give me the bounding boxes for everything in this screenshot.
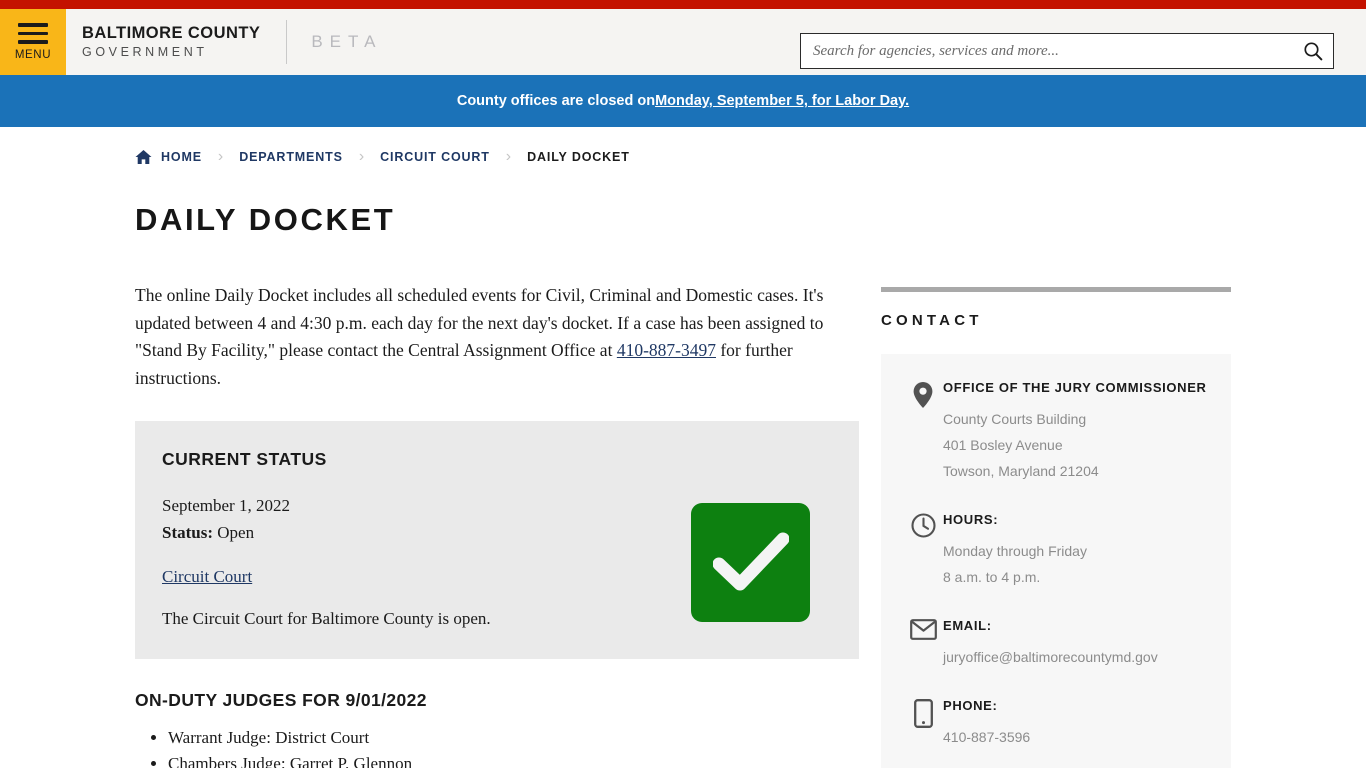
list-item: Warrant Judge: District Court [168,725,859,751]
search-bar[interactable] [800,33,1334,69]
breadcrumb-item-daily-docket: DAILY DOCKET [527,150,630,164]
phone-number-link[interactable]: 410-887-3596 [943,729,1030,745]
contact-hours-lines: Monday through Friday 8 a.m. to 4 p.m. [943,539,1209,589]
circuit-court-link[interactable]: Circuit Court [162,567,252,587]
status-open-indicator [691,502,810,622]
breadcrumb-item-departments[interactable]: DEPARTMENTS [239,150,343,164]
breadcrumb: HOME › DEPARTMENTS › CIRCUIT COURT › DAI… [135,142,1231,172]
current-status-details: CURRENT STATUS September 1, 2022 Status:… [162,449,691,629]
current-status-body: September 1, 2022 Status: Open [162,492,691,547]
contact-item-email: EMAIL: juryoffice@baltimorecountymd.gov [903,618,1209,669]
status-label: Status: [162,523,214,543]
contact-phone-lines: 410-887-3596 [943,725,1209,749]
site-header: MENU BALTIMORE COUNTY GOVERNMENT BETA [0,9,1366,75]
sidebar-top-rule [881,287,1231,292]
email-address-link[interactable]: juryoffice@baltimorecountymd.gov [943,649,1158,665]
status-line: Status: Open [162,519,691,547]
contact-line: 8 a.m. to 4 p.m. [943,569,1041,586]
list-item: Chambers Judge: Garret P. Glennon [168,751,859,768]
current-status-heading: CURRENT STATUS [162,448,327,469]
page-title: DAILY DOCKET [135,202,396,237]
contact-phone-label: PHONE: [943,698,998,714]
breadcrumb-item-home[interactable]: HOME [161,150,202,164]
alert-text: County offices are closed on [456,93,656,109]
main-column: The online Daily Docket includes all sch… [135,282,859,768]
chevron-right-icon: › [217,148,224,165]
brand-secondary-text: GOVERNMENT [82,45,208,60]
contact-item-body: EMAIL: juryoffice@baltimorecountymd.gov [943,618,1209,669]
top-accent-bar [0,0,1366,9]
contact-office-lines: County Courts Building 401 Bosley Avenue… [943,407,1209,483]
on-duty-judges-heading: ON-DUTY JUDGES FOR 9/01/2022 [135,689,427,710]
contact-item-phone: PHONE: 410-887-3596 [903,698,1209,749]
contact-line: Towson, Maryland 21204 [943,463,1099,480]
contact-item-body: OFFICE OF THE JURY COMMISSIONER County C… [943,380,1209,483]
contact-email-label: EMAIL: [943,618,992,634]
beta-badge: BETA [311,32,383,51]
clock-icon [903,512,943,589]
chevron-right-icon: › [358,148,365,165]
status-note: The Circuit Court for Baltimore County i… [162,608,491,628]
contact-item-office: OFFICE OF THE JURY COMMISSIONER County C… [903,380,1209,483]
header-divider [286,20,288,64]
contact-email-lines: juryoffice@baltimorecountymd.gov [943,645,1209,669]
alert-banner: County offices are closed on Monday, Sep… [0,75,1366,127]
site-logo[interactable]: BALTIMORE COUNTY GOVERNMENT [82,23,261,60]
contact-office-label: OFFICE OF THE JURY COMMISSIONER [943,380,1207,395]
alert-link[interactable]: Monday, September 5, for Labor Day. [655,93,909,109]
status-date: September 1, 2022 [162,495,290,515]
content-columns: The online Daily Docket includes all sch… [135,282,1231,768]
central-assignment-phone-link[interactable]: 410-887-3497 [617,340,716,360]
menu-button[interactable]: MENU [0,9,66,75]
status-value: Open [213,523,255,543]
search-input[interactable] [801,34,1293,68]
mobile-phone-icon [903,698,943,749]
brand-primary-text: BALTIMORE COUNTY [82,23,261,42]
contact-item-body: HOURS: Monday through Friday 8 a.m. to 4… [943,512,1209,589]
contact-item-body: PHONE: 410-887-3596 [943,698,1209,749]
hamburger-icon [18,23,48,44]
contact-line: Monday through Friday [943,543,1087,560]
contact-line: County Courts Building [943,411,1087,427]
current-status-box: CURRENT STATUS September 1, 2022 Status:… [135,420,859,659]
menu-button-label: MENU [14,48,52,61]
intro-paragraph: The online Daily Docket includes all sch… [135,282,859,393]
contact-sidebar: CONTACT OFFICE OF THE JURY COMMISSIONER … [881,282,1231,768]
contact-item-hours: HOURS: Monday through Friday 8 a.m. to 4… [903,512,1209,589]
page-content: HOME › DEPARTMENTS › CIRCUIT COURT › DAI… [0,142,1366,768]
search-submit-button[interactable] [1293,34,1333,68]
breadcrumb-item-circuit-court[interactable]: CIRCUIT COURT [380,150,490,164]
contact-heading: CONTACT [881,312,983,329]
on-duty-judges-list: Warrant Judge: District Court Chambers J… [135,725,859,768]
home-icon [135,149,152,165]
checkmark-icon [712,532,789,591]
contact-hours-label: HOURS: [943,512,999,528]
contact-line: 401 Bosley Avenue [943,437,1063,454]
chevron-right-icon: › [505,148,512,165]
contact-card: OFFICE OF THE JURY COMMISSIONER County C… [881,354,1231,768]
envelope-icon [903,618,943,669]
search-icon [1304,42,1323,61]
map-pin-icon [903,380,943,483]
